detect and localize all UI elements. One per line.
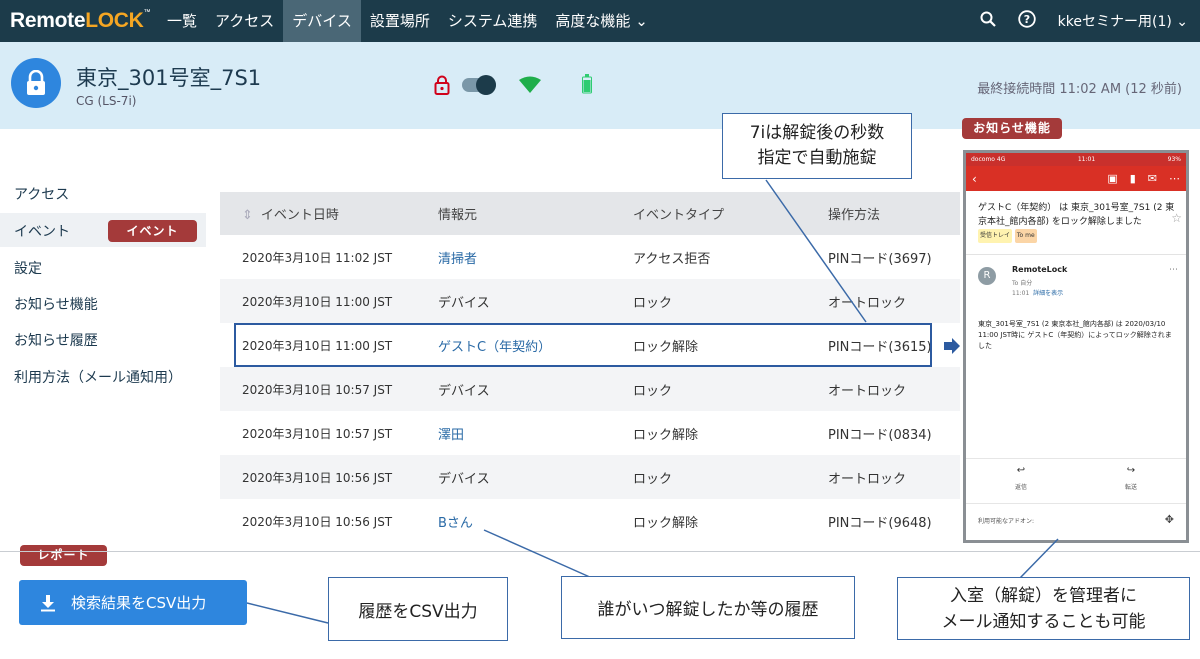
callout-autolock: 7iは解錠後の秒数 指定で自動施錠 bbox=[722, 113, 912, 179]
callout-csv: 履歴をCSV出力 bbox=[328, 577, 508, 641]
callout-mail: 入室（解錠）を管理者に メール通知することも可能 bbox=[897, 577, 1190, 640]
callout-history: 誰がいつ解錠したか等の履歴 bbox=[561, 576, 855, 639]
callout-connectors bbox=[246, 179, 1059, 624]
